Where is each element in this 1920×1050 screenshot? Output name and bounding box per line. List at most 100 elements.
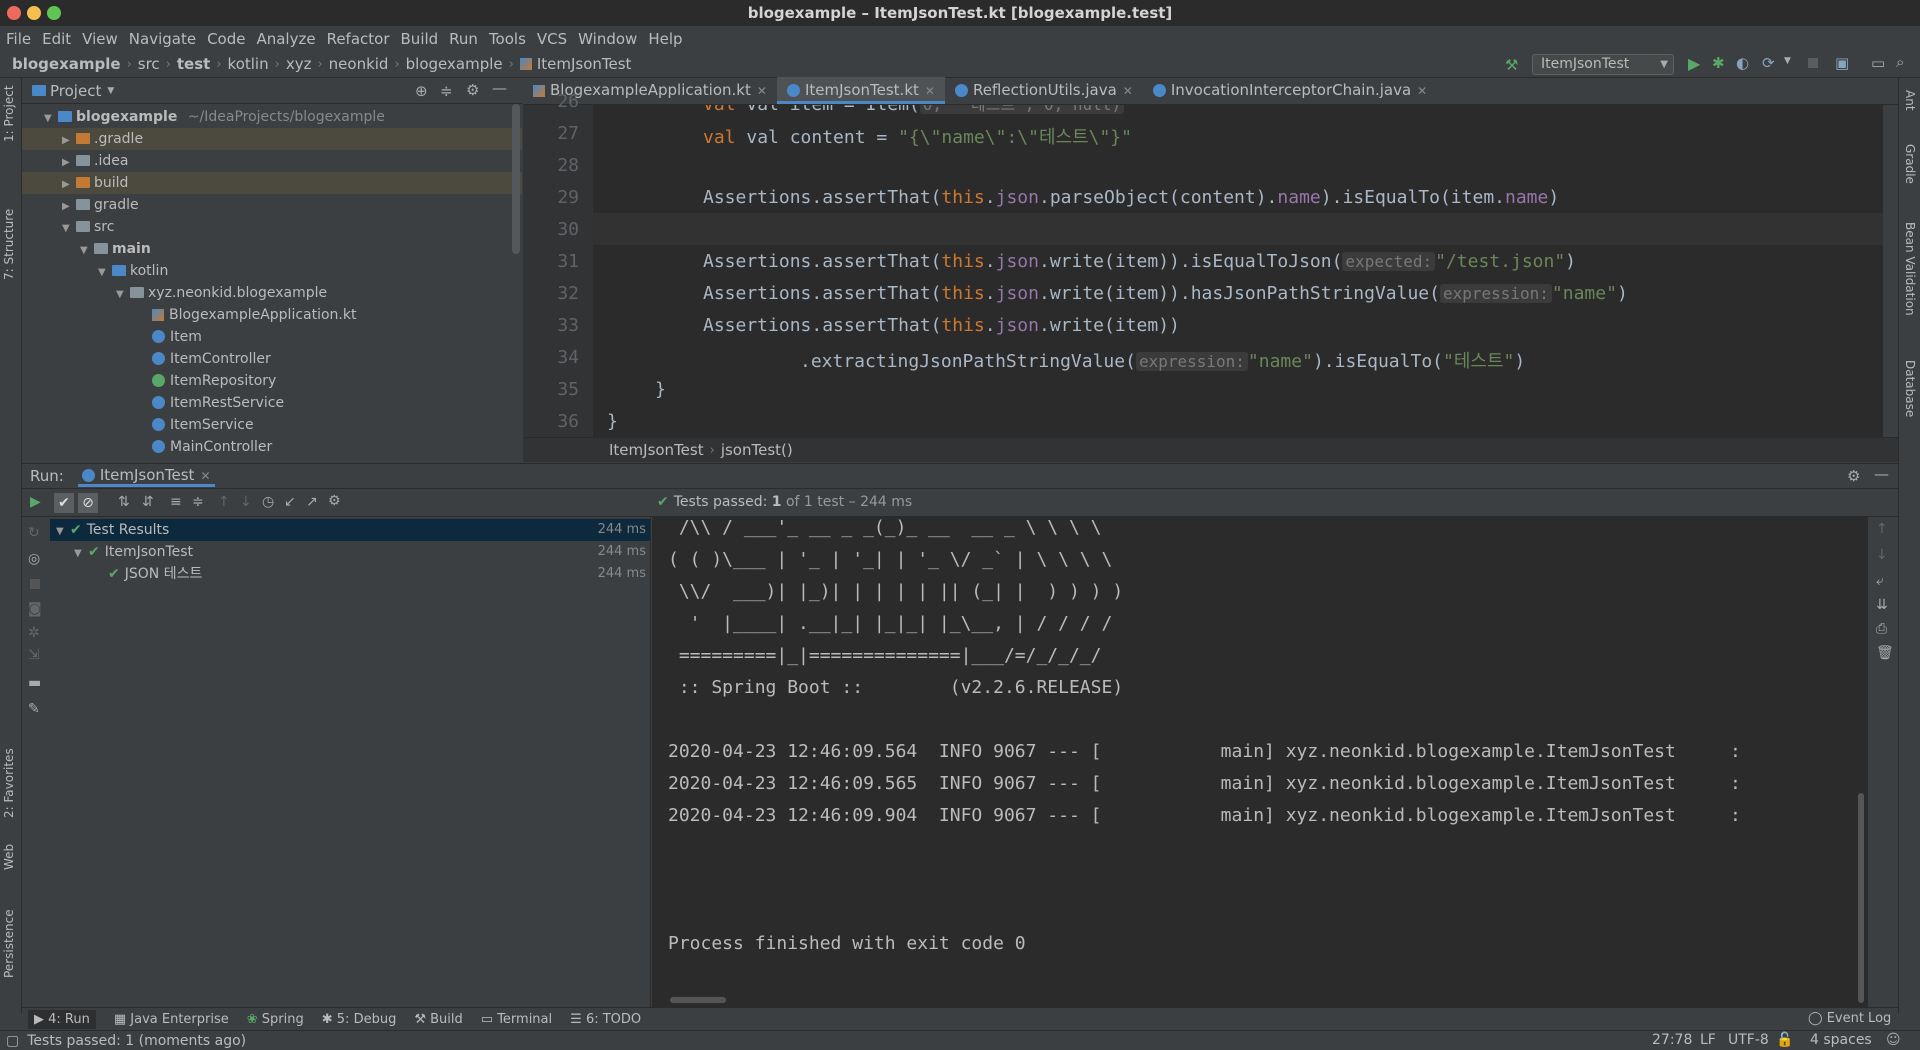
tool-tab-favorites[interactable]: 2: Favorites [2,748,16,818]
rerun-failed-icon[interactable]: ↻ [28,525,40,541]
sort-duration-icon[interactable]: ⇵ [142,494,154,510]
soft-wrap-icon[interactable]: ⤶ [1876,573,1884,589]
breadcrumb-project[interactable]: blogexample [12,55,121,73]
import-icon[interactable]: ↙ [284,494,296,510]
file-encoding[interactable]: UTF-8 [1728,1032,1769,1048]
locate-icon[interactable]: ⊕ [415,82,428,100]
test-node-root[interactable]: ▼ ✔ Test Results 244 ms [50,519,650,541]
search-icon[interactable]: ⌕ [1896,53,1904,71]
tree-item-build[interactable]: ▶ build [22,172,522,194]
caret-position[interactable]: 27:78 [1652,1032,1692,1048]
tool-tab-gradle[interactable]: Gradle [1903,144,1917,184]
tab-itemjsontest[interactable]: ItemJsonTest.kt ✕ [776,77,945,104]
tree-item-idea[interactable]: ▶ .idea [22,150,522,172]
tool-tab-bean-validation[interactable]: Bean Validation [1903,222,1917,316]
menu-tools[interactable]: Tools [489,30,526,48]
tool-tab-structure[interactable]: 7: Structure [2,209,16,280]
tree-item-main[interactable]: ▼ main [22,238,522,260]
debug-icon[interactable]: ✱ [1712,54,1725,72]
hide-icon[interactable]: — [492,79,507,97]
gear-icon[interactable]: ⚙ [1847,467,1860,485]
scrollbar[interactable] [512,104,520,254]
menu-view[interactable]: View [82,30,118,48]
chevron-down-icon[interactable]: ▼ [107,86,114,96]
minimize-window-button[interactable] [27,6,41,20]
tool-tab-persistence[interactable]: Persistence [2,909,16,978]
close-icon[interactable]: ✕ [200,469,210,483]
close-icon[interactable]: ✕ [757,84,767,98]
menu-help[interactable]: Help [648,30,682,48]
menu-file[interactable]: File [6,30,31,48]
menu-window[interactable]: Window [578,30,637,48]
tree-item-gradle-dir[interactable]: ▶ .gradle [22,128,522,150]
tree-item-application[interactable]: BlogexampleApplication.kt [22,304,522,326]
test-node-class[interactable]: ▼ ✔ ItemJsonTest 244 ms [50,541,650,563]
status-message[interactable]: Tests passed: 1 (moments ago) [27,1033,246,1049]
arrow-up-icon[interactable]: ↑ [1876,521,1888,537]
expand-all-icon[interactable]: ≡ [170,494,182,510]
menu-navigate[interactable]: Navigate [129,30,196,48]
tool-tab-database[interactable]: Database [1903,360,1917,417]
pin-icon[interactable]: ✎ [28,701,40,717]
breadcrumb-kotlin[interactable]: kotlin [228,55,269,73]
settings-icon[interactable]: ✲ [28,625,40,641]
console-v-scrollbar[interactable] [1858,793,1864,1003]
menu-refactor[interactable]: Refactor [327,30,390,48]
console-h-scrollbar[interactable] [670,997,726,1003]
profile-icon[interactable]: ⟳ [1762,54,1775,72]
stop-icon[interactable] [30,579,40,589]
camera-icon[interactable]: ◙ [28,601,42,617]
indent-setting[interactable]: 4 spaces [1810,1032,1872,1048]
coverage-icon[interactable]: ◐ [1736,54,1749,72]
arrow-up-icon[interactable]: ↑ [218,494,230,510]
close-icon[interactable]: ✕ [925,84,935,98]
arrow-down-icon[interactable]: ↓ [1876,547,1888,563]
close-icon[interactable]: ✕ [1123,84,1133,98]
breadcrumb-blogexample[interactable]: blogexample [406,55,503,73]
layout-icon[interactable]: ▢ [6,1033,19,1049]
scroll-to-end-icon[interactable]: ⇊ [1876,597,1888,613]
tree-item-gradle[interactable]: ▶ gradle [22,194,522,216]
trash-icon[interactable]: 🗑 [1876,645,1894,661]
test-node-method[interactable]: ✔ JSON 테스트 244 ms [50,563,650,585]
menu-vcs[interactable]: VCS [537,30,567,48]
project-panel-title[interactable]: Project [50,82,101,100]
lock-icon[interactable]: 🔓 [1776,1032,1793,1048]
run-tab[interactable]: ItemJsonTest ✕ [77,466,215,487]
run-icon[interactable]: ▶ [1688,54,1700,73]
maximize-window-button[interactable] [47,6,61,20]
layout-icon[interactable]: ▬ [28,675,41,691]
show-ignored-icon[interactable]: ⊘ [78,493,98,513]
exit-icon[interactable]: ⇲ [28,647,40,663]
menu-analyze[interactable]: Analyze [256,30,315,48]
breadcrumb-test[interactable]: test [177,55,210,73]
history-icon[interactable]: ◷ [262,494,274,510]
breadcrumb-src[interactable]: src [138,55,160,73]
tree-root[interactable]: ▼ blogexample ~/IdeaProjects/blogexample [22,106,522,128]
tree-item-restservice[interactable]: ItemRestService [22,392,522,414]
gear-icon[interactable]: ⚙ [328,493,341,509]
chevron-down-icon[interactable]: ▼ [1784,56,1791,66]
project-structure-icon[interactable]: ▣ [1835,54,1849,72]
hide-icon[interactable]: — [1874,465,1889,483]
stop-icon[interactable] [1808,58,1818,68]
breadcrumb-class[interactable]: ItemJsonTest [609,441,704,459]
line-separator[interactable]: LF [1700,1032,1716,1048]
breadcrumb-xyz[interactable]: xyz [286,55,312,73]
tool-tab-java-enterprise[interactable]: ▦ Java Enterprise [114,1012,229,1027]
tree-item-service[interactable]: ItemService [22,414,522,436]
print-icon[interactable]: ⎙ [1876,621,1887,637]
collapse-all-icon[interactable]: ≑ [192,494,204,510]
layout-icon[interactable]: ▭ [1871,54,1885,72]
breadcrumb-method[interactable]: jsonTest() [721,441,793,459]
export-icon[interactable]: ↗ [306,494,318,510]
close-window-button[interactable] [7,6,21,20]
breadcrumb-file[interactable]: ItemJsonTest [537,55,632,73]
tool-tab-todo[interactable]: ☰ 6: TODO [570,1012,641,1027]
tool-tab-debug[interactable]: ✱ 5: Debug [322,1012,397,1027]
hammer-icon[interactable]: ⚒ [1505,56,1518,74]
tree-item-item[interactable]: Item [22,326,522,348]
tree-item-package[interactable]: ▼ xyz.neonkid.blogexample [22,282,522,304]
toggle-auto-test-icon[interactable]: ◎ [28,551,40,567]
event-log-button[interactable]: ◯ Event Log [1808,1011,1891,1026]
